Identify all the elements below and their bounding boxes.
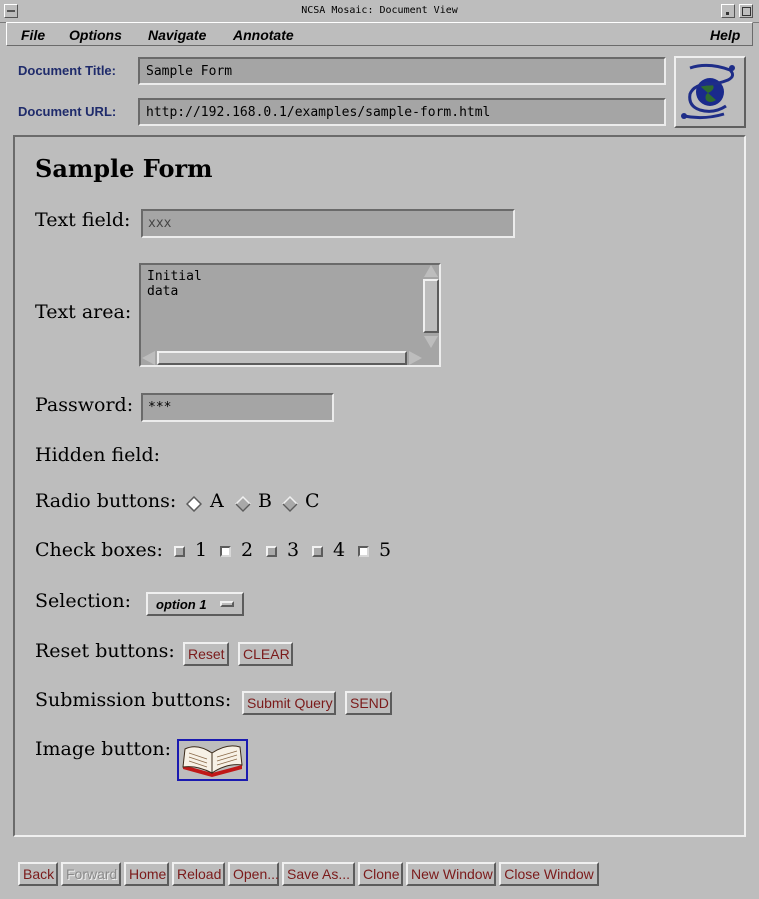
horizontal-scroll-thumb[interactable] xyxy=(157,351,407,365)
scroll-up-arrow-icon[interactable] xyxy=(424,265,438,277)
text-area-line-1: Initial xyxy=(147,269,202,284)
minimize-button[interactable] xyxy=(721,4,735,18)
radio-b-label: B xyxy=(258,490,272,512)
document-url-label: Document URL: xyxy=(18,104,117,119)
document-title-field[interactable]: Sample Form xyxy=(138,57,666,85)
save-as-button[interactable]: Save As... xyxy=(282,862,355,886)
text-field-label: Text field: xyxy=(35,209,131,231)
selection-label: Selection: xyxy=(35,590,132,612)
scroll-down-arrow-icon[interactable] xyxy=(424,336,438,348)
menu-help[interactable]: Help xyxy=(710,27,740,43)
horizontal-scrollbar[interactable] xyxy=(141,351,423,365)
mosaic-globe-icon xyxy=(681,63,735,120)
document-title-label: Document Title: xyxy=(18,63,116,78)
reset-buttons-label: Reset buttons: xyxy=(35,640,175,662)
close-window-button[interactable]: Close Window xyxy=(499,862,599,886)
checkbox-5-label: 5 xyxy=(379,539,392,561)
vertical-scrollbar[interactable] xyxy=(423,265,439,349)
image-button[interactable] xyxy=(177,739,248,781)
checkbox-3-label: 3 xyxy=(287,539,300,561)
minimize-icon xyxy=(726,12,729,15)
image-button-label: Image button: xyxy=(35,738,172,760)
password-input[interactable]: *** xyxy=(141,393,334,422)
checkbox-1-label: 1 xyxy=(195,539,208,561)
selection-value: option 1 xyxy=(156,597,207,612)
home-button[interactable]: Home xyxy=(124,862,169,886)
open-button[interactable]: Open... xyxy=(228,862,279,886)
open-book-icon xyxy=(182,745,243,777)
document-url-field[interactable]: http://192.168.0.1/examples/sample-form.… xyxy=(138,98,666,126)
radio-a-label: A xyxy=(210,490,224,512)
clone-button[interactable]: Clone xyxy=(358,862,403,886)
vertical-scroll-thumb[interactable] xyxy=(423,279,439,333)
send-button[interactable]: SEND xyxy=(345,691,392,715)
checkbox-2[interactable] xyxy=(220,546,231,557)
radio-c-icon[interactable] xyxy=(282,496,298,512)
scroll-right-arrow-icon[interactable] xyxy=(409,351,422,365)
password-label: Password: xyxy=(35,394,134,416)
radio-b-icon[interactable] xyxy=(235,496,251,512)
hidden-field-label: Hidden field: xyxy=(35,444,161,466)
submission-buttons-label: Submission buttons: xyxy=(35,689,232,711)
scroll-left-arrow-icon[interactable] xyxy=(142,351,155,365)
checkbox-1[interactable] xyxy=(174,546,185,557)
menu-annotate[interactable]: Annotate xyxy=(233,27,294,43)
text-area-label: Text area: xyxy=(35,301,132,323)
checkbox-2-label: 2 xyxy=(241,539,254,561)
option-menu-indicator-icon xyxy=(220,601,234,607)
mosaic-logo-button[interactable] xyxy=(674,56,746,128)
checkbox-4[interactable] xyxy=(312,546,323,557)
selection-dropdown[interactable]: option 1 xyxy=(146,592,244,616)
window-title: NCSA Mosaic: Document View xyxy=(301,5,458,16)
radio-c-label: C xyxy=(305,490,320,512)
checkbox-5[interactable] xyxy=(358,546,369,557)
forward-button[interactable]: Forward xyxy=(61,862,121,886)
reset-button[interactable]: Reset xyxy=(183,642,229,666)
maximize-icon xyxy=(742,7,751,16)
radio-a-selected-icon[interactable] xyxy=(186,496,202,512)
text-area-line-2: data xyxy=(147,284,179,299)
check-boxes-label: Check boxes: xyxy=(35,539,163,561)
reload-button[interactable]: Reload xyxy=(172,862,225,886)
window-title-bar[interactable]: NCSA Mosaic: Document View xyxy=(0,0,759,23)
clear-button[interactable]: CLEAR xyxy=(238,642,293,666)
submit-query-button[interactable]: Submit Query xyxy=(242,691,336,715)
back-button[interactable]: Back xyxy=(18,862,58,886)
document-view[interactable] xyxy=(13,135,746,837)
checkbox-4-label: 4 xyxy=(333,539,346,561)
menu-bar: File Options Navigate Annotate Help xyxy=(6,22,753,46)
text-area[interactable]: Initial data xyxy=(139,263,441,367)
text-field-input[interactable]: xxx xyxy=(141,209,515,238)
menu-options[interactable]: Options xyxy=(69,27,122,43)
menu-navigate[interactable]: Navigate xyxy=(148,27,206,43)
menu-file[interactable]: File xyxy=(21,27,45,43)
radio-buttons-label: Radio buttons: xyxy=(35,490,177,512)
maximize-button[interactable] xyxy=(739,4,753,18)
new-window-button[interactable]: New Window xyxy=(406,862,496,886)
checkbox-3[interactable] xyxy=(266,546,277,557)
page-heading: Sample Form xyxy=(35,154,213,183)
